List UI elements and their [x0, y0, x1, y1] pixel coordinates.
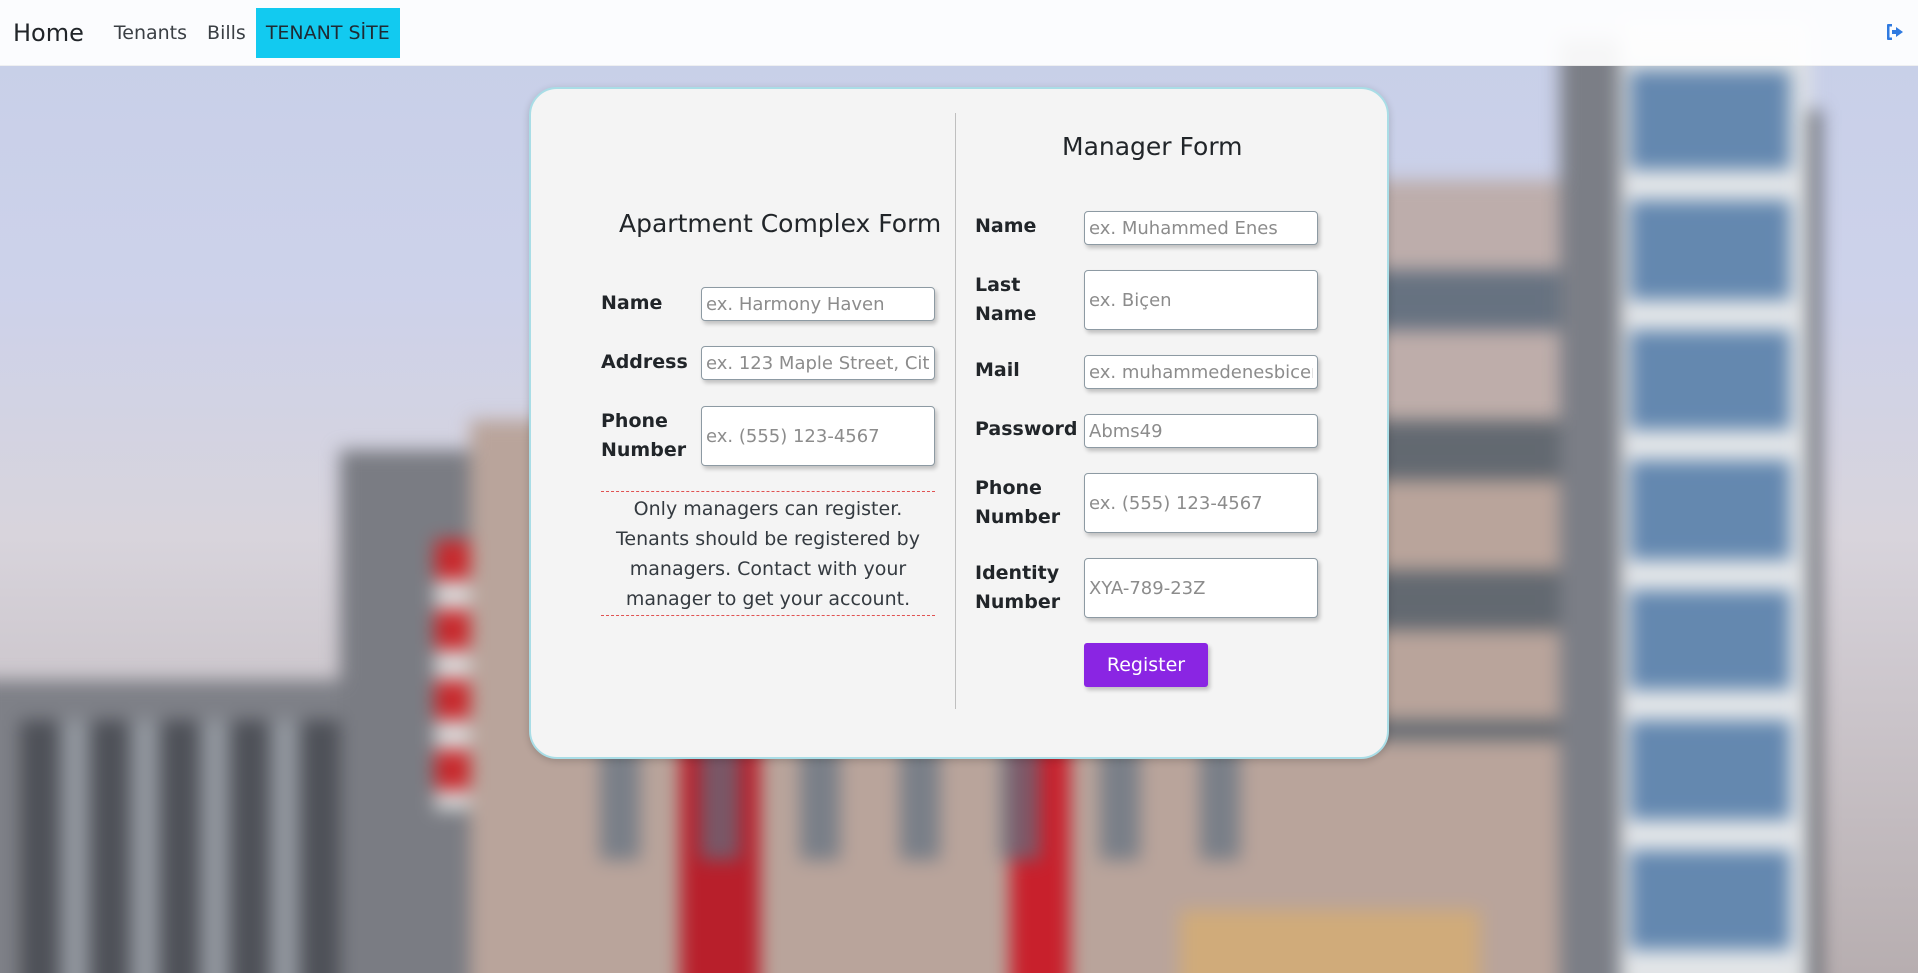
apartment-address-input[interactable]	[701, 346, 935, 380]
apartment-phone-input[interactable]	[701, 406, 935, 466]
home-link[interactable]: Home	[13, 19, 84, 47]
registration-card: Apartment Complex Form Name Address Phon…	[529, 87, 1389, 759]
manager-password-label: Password	[975, 418, 1078, 440]
tenant-site-button[interactable]: TENANT SİTE	[255, 7, 400, 58]
manager-name-label: Name	[975, 215, 1037, 237]
apartment-name-label: Name	[601, 292, 663, 314]
form-divider	[955, 113, 956, 709]
manager-lastname-label: Last Name	[975, 274, 1037, 325]
manager-phone-input[interactable]	[1084, 473, 1318, 533]
manager-mail-input[interactable]	[1084, 355, 1318, 389]
sign-out-icon[interactable]	[1885, 22, 1905, 42]
manager-mail-label: Mail	[975, 359, 1020, 381]
manager-lastname-input[interactable]	[1084, 270, 1318, 330]
manager-password-input[interactable]	[1084, 414, 1318, 448]
registration-notice: Only managers can register. Tenants shou…	[601, 491, 935, 616]
manager-identity-label: Identity Number	[975, 562, 1061, 613]
manager-name-input[interactable]	[1084, 211, 1318, 245]
apartment-form-title: Apartment Complex Form	[619, 209, 942, 238]
register-button[interactable]: Register	[1084, 643, 1208, 687]
apartment-address-label: Address	[601, 351, 688, 373]
nav-link-tenants[interactable]: Tenants	[114, 22, 187, 44]
nav-link-bills[interactable]: Bills	[207, 22, 246, 44]
manager-form-title: Manager Form	[1062, 132, 1243, 161]
manager-phone-label: Phone Number	[975, 477, 1061, 528]
apartment-name-input[interactable]	[701, 287, 935, 321]
navbar: Home Tenants Bills TENANT SİTE	[0, 0, 1918, 66]
manager-identity-input[interactable]	[1084, 558, 1318, 618]
apartment-phone-label: Phone Number	[601, 410, 687, 461]
